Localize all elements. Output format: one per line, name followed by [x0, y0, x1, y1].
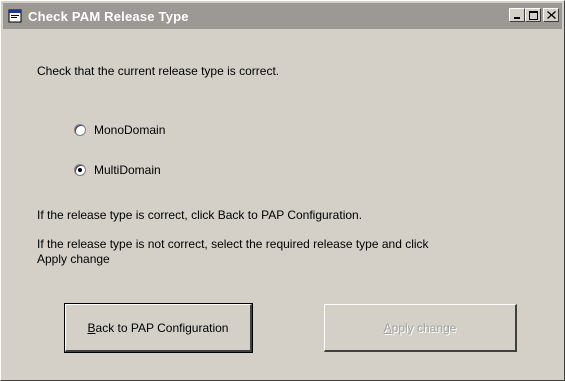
back-button-label: ack to PAP Configuration: [95, 320, 229, 335]
window-controls: [509, 8, 559, 22]
radio-button-multidomain[interactable]: [74, 164, 86, 176]
radio-multidomain[interactable]: MultiDomain: [74, 163, 161, 177]
minimize-button[interactable]: [509, 8, 525, 22]
intro-text: Check that the current release type is c…: [37, 64, 280, 78]
apply-button-mnemonic: A: [383, 320, 392, 335]
radio-button-monodomain[interactable]: [74, 124, 86, 136]
close-button[interactable]: [543, 8, 559, 22]
close-icon: [546, 11, 556, 19]
app-window-icon[interactable]: [8, 9, 22, 23]
hint-incorrect-line2: Apply change: [37, 252, 110, 266]
maximize-icon: [528, 10, 538, 20]
hint-incorrect-line1: If the release type is not correct, sele…: [37, 237, 429, 251]
maximize-button[interactable]: [525, 8, 541, 22]
apply-change-button[interactable]: Apply change: [324, 304, 517, 352]
radio-monodomain[interactable]: MonoDomain: [74, 123, 165, 137]
radio-label-multidomain[interactable]: MultiDomain: [94, 163, 161, 177]
apply-button-label: pply change: [391, 320, 457, 335]
minimize-icon: [514, 17, 520, 19]
title-bar[interactable]: Check PAM Release Type: [3, 3, 562, 29]
dialog-window: Check PAM Release Type Check that the cu…: [0, 0, 565, 381]
window-title: Check PAM Release Type: [28, 8, 189, 24]
hint-correct-text: If the release type is correct, click Ba…: [37, 208, 363, 222]
radio-label-monodomain[interactable]: MonoDomain: [94, 123, 165, 137]
back-to-pap-button[interactable]: Back to PAP Configuration: [64, 303, 253, 353]
back-button-mnemonic: B: [87, 320, 96, 335]
